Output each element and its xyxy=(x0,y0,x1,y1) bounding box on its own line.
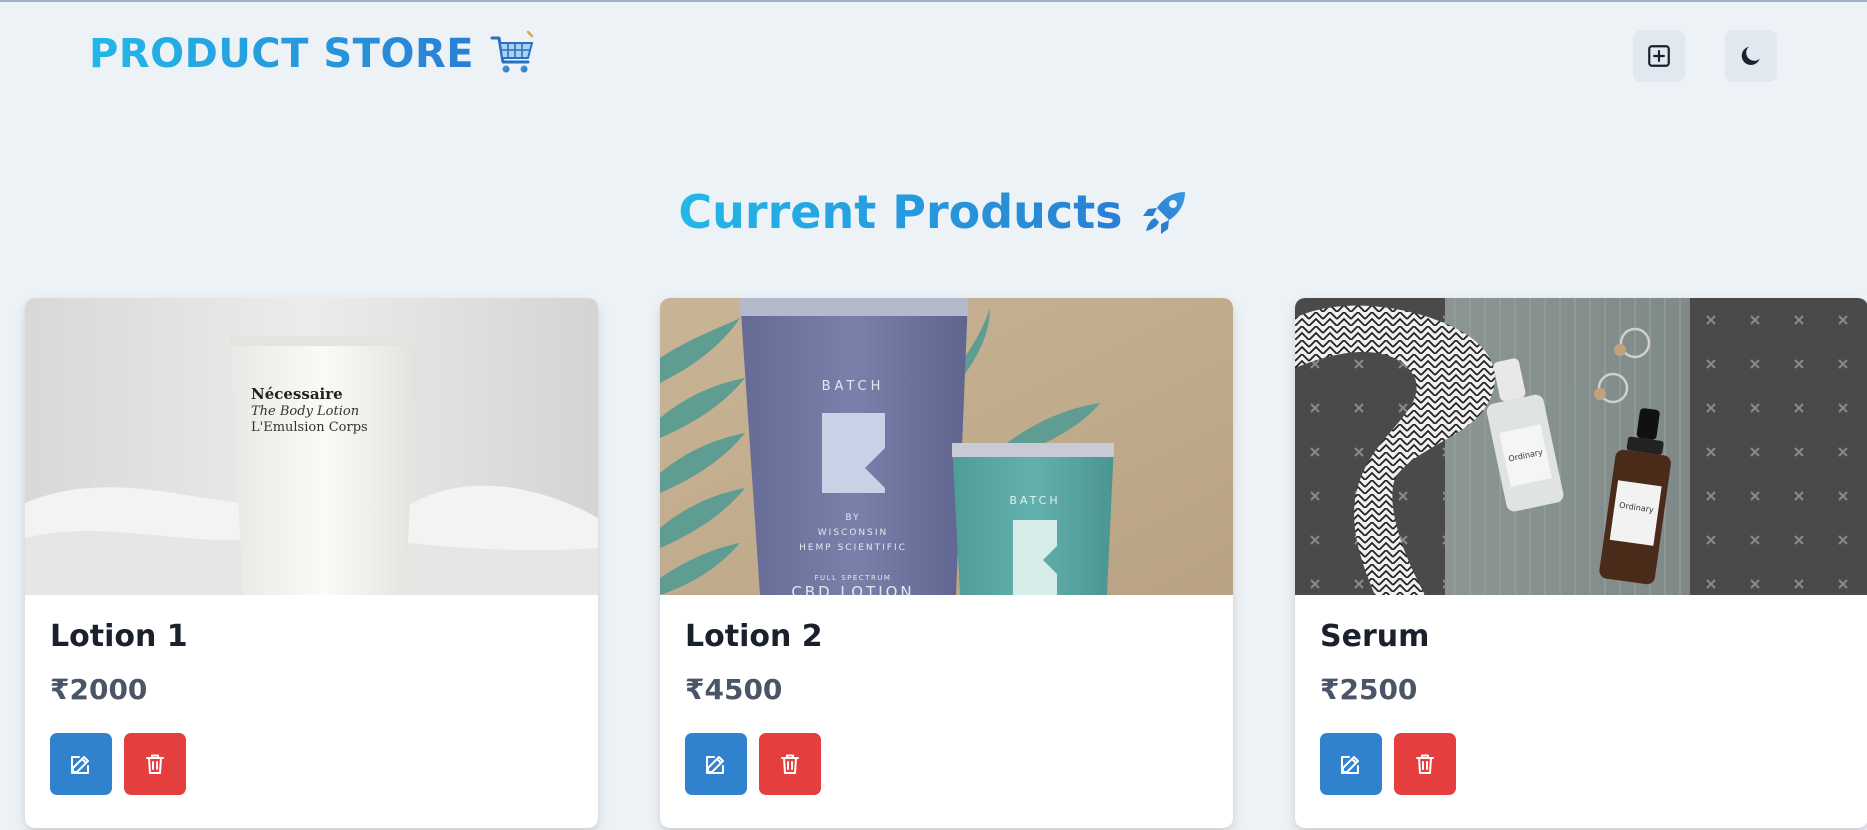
product-price: ₹2000 xyxy=(50,673,148,706)
product-image: BATCH BY WISCONSIN HEMP SCIENTIFIC FULL … xyxy=(660,298,1233,595)
product-name: Lotion 1 xyxy=(50,619,188,654)
product-image: Nécessaire The Body Lotion L'Emulsion Co… xyxy=(25,298,598,595)
product-details: Lotion 2 ₹4500 xyxy=(660,595,1233,795)
batch-small-label: BATCH xyxy=(1009,494,1060,507)
product-price: ₹2500 xyxy=(1320,673,1418,706)
lotion-image: BATCH BY WISCONSIN HEMP SCIENTIFIC FULL … xyxy=(660,298,1233,595)
delete-button[interactable] xyxy=(759,732,821,795)
header-actions xyxy=(1633,30,1777,82)
edit-button[interactable] xyxy=(50,732,112,795)
product-card: BATCH BY WISCONSIN HEMP SCIENTIFIC FULL … xyxy=(660,298,1233,828)
edit-icon xyxy=(71,755,89,774)
delete-button[interactable] xyxy=(124,732,186,795)
product-details: Serum ₹2500 xyxy=(1295,595,1867,795)
serum-image: Ordinary Ordinary xyxy=(1295,298,1867,595)
product-card: Nécessaire The Body Lotion L'Emulsion Co… xyxy=(25,298,598,828)
delete-button[interactable] xyxy=(1394,732,1456,795)
lotion-image: Nécessaire The Body Lotion L'Emulsion Co… xyxy=(25,298,598,595)
page-title: Current Products xyxy=(678,185,1123,239)
trash-icon xyxy=(1416,754,1434,774)
lotion-product-label: The Body Lotion xyxy=(251,404,359,419)
theme-toggle-button[interactable] xyxy=(1725,30,1777,82)
edit-button[interactable] xyxy=(685,732,747,795)
product-image: Ordinary Ordinary xyxy=(1295,298,1867,595)
product-actions xyxy=(1320,732,1843,795)
product-details: Lotion 1 ₹2000 xyxy=(25,595,598,795)
product-actions xyxy=(685,732,1208,795)
product-actions xyxy=(50,732,573,795)
product-price: ₹4500 xyxy=(685,673,783,706)
batch-maker-label: WISCONSIN xyxy=(818,528,888,538)
brand-title: PRODUCT STORE xyxy=(89,31,475,77)
product-grid: Nécessaire The Body Lotion L'Emulsion Co… xyxy=(25,298,1867,828)
edit-icon xyxy=(1341,755,1359,774)
batch-spectrum-label: FULL SPECTRUM xyxy=(815,574,892,582)
shopping-cart-icon xyxy=(488,30,536,78)
plus-square-icon xyxy=(1648,45,1670,67)
product-card: Ordinary Ordinary Serum ₹2500 xyxy=(1295,298,1867,828)
create-product-button[interactable] xyxy=(1633,30,1685,82)
moon-icon xyxy=(1741,46,1760,65)
trash-icon xyxy=(781,754,799,774)
section-heading: Current Products xyxy=(0,188,1867,236)
lotion-brand-label: Nécessaire xyxy=(251,385,343,403)
edit-button[interactable] xyxy=(1320,732,1382,795)
navbar: PRODUCT STORE xyxy=(0,2,1867,112)
product-name: Lotion 2 xyxy=(685,619,823,654)
batch-product-label: CBD LOTION xyxy=(791,583,914,595)
brand-link[interactable]: PRODUCT STORE xyxy=(89,30,536,78)
batch-maker-label-2: HEMP SCIENTIFIC xyxy=(799,543,907,553)
edit-icon xyxy=(706,755,724,774)
batch-by-label: BY xyxy=(845,513,860,523)
lotion-subtitle-label: L'Emulsion Corps xyxy=(251,420,368,435)
product-name: Serum xyxy=(1320,619,1430,654)
trash-icon xyxy=(146,754,164,774)
batch-label: BATCH xyxy=(822,379,885,394)
rocket-icon xyxy=(1141,188,1189,236)
